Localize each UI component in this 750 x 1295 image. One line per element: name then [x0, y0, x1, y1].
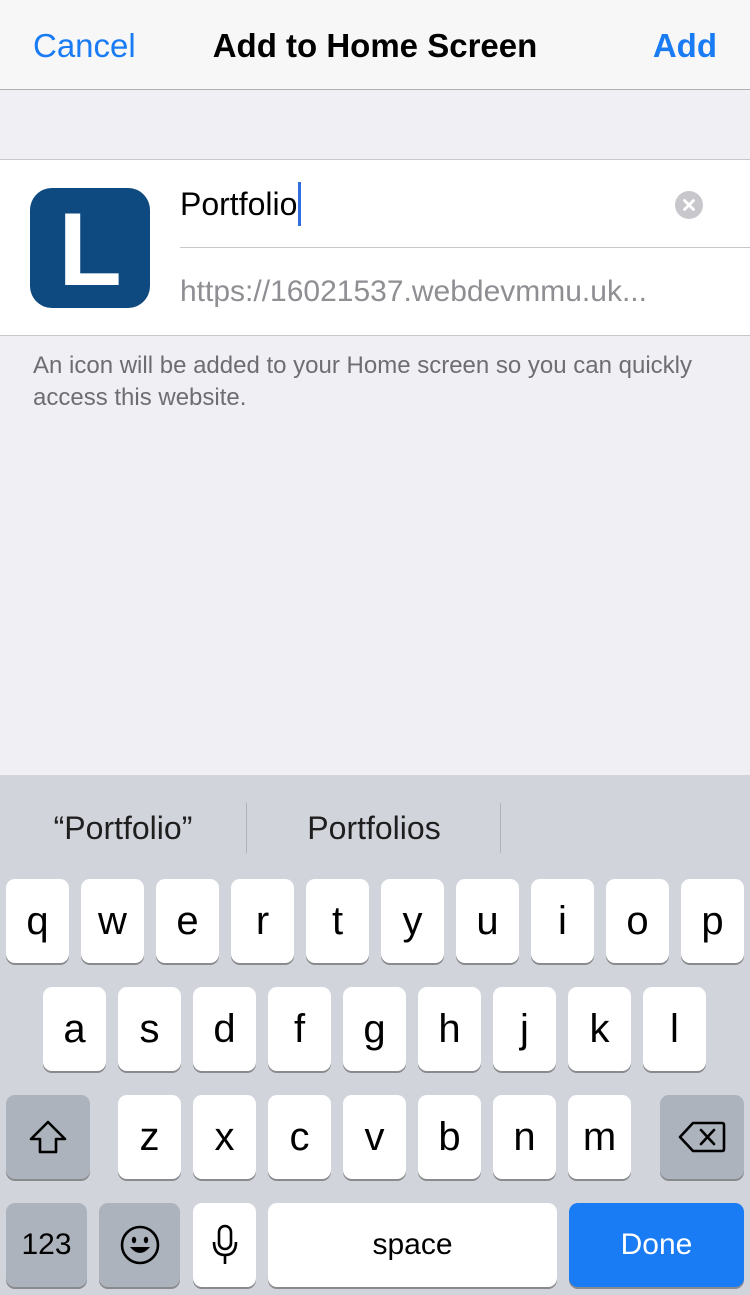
key-g[interactable]: g — [343, 987, 406, 1071]
key-s[interactable]: s — [118, 987, 181, 1071]
key-i[interactable]: i — [531, 879, 594, 963]
key-l[interactable]: l — [643, 987, 706, 1071]
key-q[interactable]: q — [6, 879, 69, 963]
shift-arrow-icon — [29, 1120, 67, 1154]
name-field-row: Portfolio — [180, 160, 750, 248]
done-key[interactable]: Done — [569, 1203, 744, 1287]
key-j[interactable]: j — [493, 987, 556, 1071]
emoji-key[interactable] — [99, 1203, 180, 1287]
add-button[interactable]: Add — [653, 24, 717, 68]
suggestion-divider — [246, 803, 247, 853]
key-p[interactable]: p — [681, 879, 744, 963]
clear-x-icon — [683, 199, 695, 211]
key-a[interactable]: a — [43, 987, 106, 1071]
navigation-bar: Cancel Add to Home Screen Add — [0, 0, 750, 90]
key-t[interactable]: t — [306, 879, 369, 963]
text-cursor — [298, 182, 302, 226]
key-z[interactable]: z — [118, 1095, 181, 1179]
key-u[interactable]: u — [456, 879, 519, 963]
delete-backward-icon — [678, 1121, 726, 1153]
key-h[interactable]: h — [418, 987, 481, 1071]
app-icon-letter: L — [58, 192, 122, 308]
info-text: An icon will be added to your Home scree… — [33, 352, 693, 411]
url-label: https://16021537.webdevmmu.uk... — [180, 275, 647, 308]
delete-key[interactable] — [660, 1095, 744, 1179]
key-n[interactable]: n — [493, 1095, 556, 1179]
key-x[interactable]: x — [193, 1095, 256, 1179]
key-m[interactable]: m — [568, 1095, 631, 1179]
key-r[interactable]: r — [231, 879, 294, 963]
suggestion-divider — [500, 803, 501, 853]
key-e[interactable]: e — [156, 879, 219, 963]
key-b[interactable]: b — [418, 1095, 481, 1179]
name-field[interactable]: Portfolio — [180, 182, 302, 226]
key-c[interactable]: c — [268, 1095, 331, 1179]
bookmark-card: L Portfolio https://16021537.webdevmmu.u… — [0, 159, 750, 336]
numbers-key[interactable]: 123 — [6, 1203, 87, 1287]
suggestion-plural[interactable]: Portfolios — [248, 803, 500, 853]
page-title: Add to Home Screen — [212, 27, 538, 64]
name-field-value: Portfolio — [180, 186, 298, 222]
suggestion-quoted[interactable]: “Portfolio” — [0, 803, 246, 853]
key-w[interactable]: w — [81, 879, 144, 963]
shift-key[interactable] — [6, 1095, 90, 1179]
key-o[interactable]: o — [606, 879, 669, 963]
add-to-home-screen-sheet: Cancel Add to Home Screen Add L Portfoli… — [0, 0, 750, 1295]
emoji-smiley-icon — [120, 1225, 159, 1265]
keyboard: “Portfolio” Portfolios q w e r t y u i o… — [0, 775, 750, 1295]
space-key[interactable]: space — [268, 1203, 557, 1287]
key-y[interactable]: y — [381, 879, 444, 963]
dictation-key[interactable] — [193, 1203, 256, 1287]
key-k[interactable]: k — [568, 987, 631, 1071]
key-d[interactable]: d — [193, 987, 256, 1071]
key-f[interactable]: f — [268, 987, 331, 1071]
microphone-icon — [212, 1224, 237, 1264]
key-v[interactable]: v — [343, 1095, 406, 1179]
app-icon-preview: L — [30, 188, 150, 308]
clear-text-button[interactable] — [675, 191, 703, 219]
